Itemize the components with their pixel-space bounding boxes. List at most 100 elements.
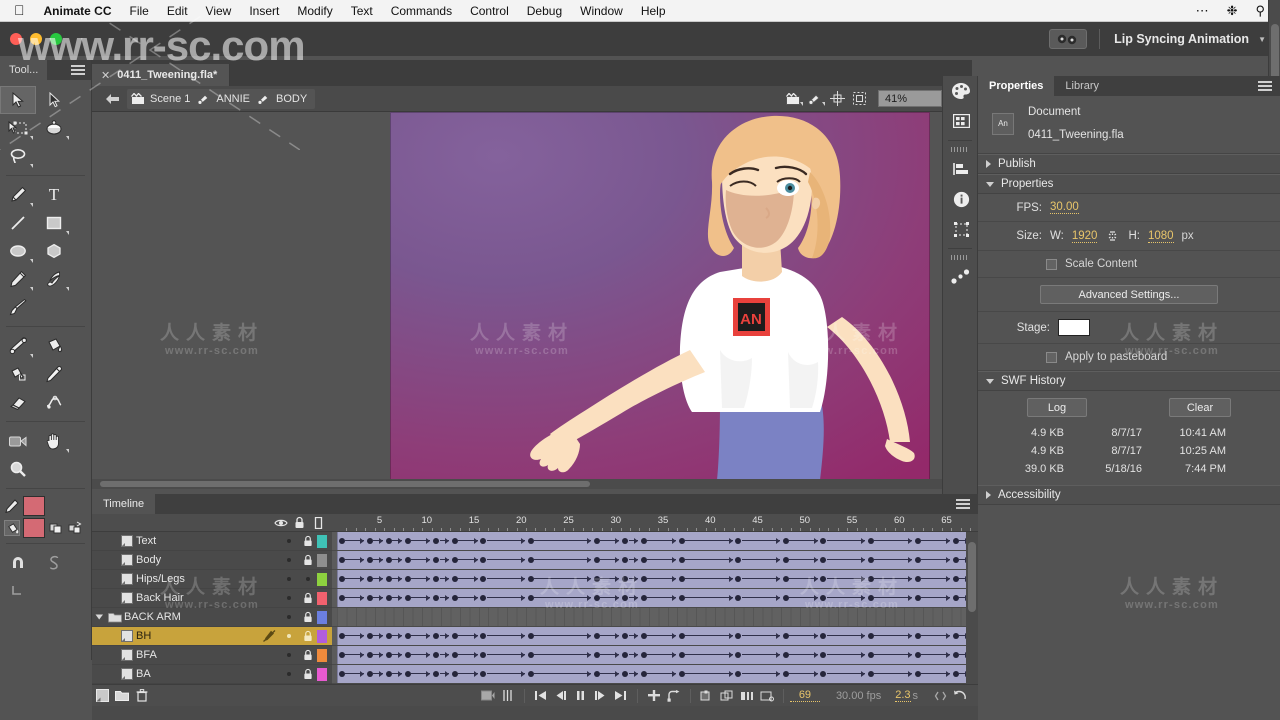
frame-row[interactable] — [332, 570, 978, 589]
keyframe-marker[interactable] — [338, 595, 345, 601]
symbol-selector-icon[interactable] — [804, 89, 826, 109]
step-back-icon[interactable] — [551, 685, 571, 707]
breadcrumb-scene[interactable]: Scene 1 — [131, 92, 190, 105]
height-input[interactable]: 1080 — [1147, 230, 1174, 243]
layer-outline-color[interactable] — [317, 629, 327, 643]
keyframe-marker[interactable] — [451, 633, 458, 639]
keyframe-marker[interactable] — [782, 538, 789, 544]
ellipsis-icon[interactable]: ⋯ — [1187, 1, 1218, 21]
keyframe-marker[interactable] — [404, 538, 411, 544]
layer-visibility-toggle[interactable] — [279, 577, 298, 581]
layer-lock-toggle[interactable] — [298, 554, 317, 566]
brush-tool[interactable] — [0, 293, 36, 321]
keyframe-marker[interactable] — [366, 652, 373, 658]
keyframe-marker[interactable] — [622, 633, 628, 639]
snap-to-objects-icon[interactable] — [0, 549, 36, 577]
tab-properties[interactable]: Properties — [978, 76, 1055, 96]
section-properties[interactable]: Properties — [978, 174, 1280, 194]
keyframe-marker[interactable] — [404, 576, 411, 582]
gradient-transform-tool[interactable] — [36, 114, 72, 142]
fit-to-window-icon[interactable] — [848, 89, 870, 109]
scrollbar-thumb[interactable] — [968, 542, 976, 612]
breadcrumb-body[interactable]: BODY — [256, 93, 307, 105]
zoom-value[interactable]: 41% — [879, 93, 941, 105]
keyframe-marker[interactable] — [914, 557, 921, 563]
keyframe-marker[interactable] — [385, 652, 392, 658]
keyframe-marker[interactable] — [451, 538, 458, 544]
layer-lock-toggle[interactable] — [298, 592, 317, 604]
info-icon[interactable] — [943, 184, 979, 214]
keyframe-marker[interactable] — [385, 671, 392, 677]
timeline-ruler[interactable]: 5101520253035404550556065707580859095100… — [332, 514, 978, 531]
frame-row[interactable] — [332, 665, 978, 684]
keyframe-marker[interactable] — [366, 595, 373, 601]
keyframe-marker[interactable] — [640, 538, 647, 544]
keyframe-marker[interactable] — [678, 652, 685, 658]
swatches-icon[interactable] — [943, 106, 979, 136]
polystar-tool[interactable] — [36, 237, 72, 265]
keyframe-marker[interactable] — [622, 538, 628, 544]
layer-outline-color[interactable] — [317, 553, 327, 567]
keyframe-marker[interactable] — [640, 576, 647, 582]
keyframe-marker[interactable] — [914, 538, 921, 544]
layer-outline-color[interactable] — [317, 648, 327, 662]
tool-flyout-triangle[interactable] — [66, 231, 69, 235]
log-button[interactable]: Log — [1027, 398, 1087, 417]
keyframe-marker[interactable] — [385, 557, 392, 563]
keyframe-marker[interactable] — [338, 557, 345, 563]
empty-frames[interactable] — [337, 608, 978, 626]
keyframe-marker[interactable] — [451, 557, 458, 563]
layer-name[interactable]: Hips/Legs — [136, 573, 279, 585]
lock-icon[interactable] — [290, 516, 309, 529]
keyframe-marker[interactable] — [385, 595, 392, 601]
scale-content-checkbox[interactable] — [1046, 258, 1057, 270]
transform-icon[interactable] — [943, 214, 979, 244]
layer-lock-toggle[interactable] — [298, 630, 317, 642]
dropbox-icon[interactable]: ❉ — [1218, 1, 1247, 21]
scene-selector-icon[interactable] — [782, 89, 804, 109]
resize-timeline-icon[interactable] — [930, 685, 950, 707]
rail-grip-2[interactable] — [943, 253, 977, 262]
align-icon[interactable] — [943, 154, 979, 184]
goto-first-icon[interactable] — [531, 685, 551, 707]
keyframe-marker[interactable] — [527, 671, 534, 677]
stage-color-swatch[interactable] — [1058, 319, 1090, 336]
layer-row[interactable]: BH — [92, 627, 332, 646]
keyframe-marker[interactable] — [338, 576, 345, 582]
step-forward-icon[interactable] — [591, 685, 611, 707]
text-tool[interactable]: T — [36, 181, 72, 209]
keyframe-marker[interactable] — [678, 595, 685, 601]
menu-window[interactable]: Window — [571, 2, 632, 20]
layer-row[interactable]: BFA — [92, 646, 332, 665]
onion-skin-icon[interactable] — [498, 685, 518, 707]
frame-row[interactable] — [332, 551, 978, 570]
line-tool[interactable] — [0, 209, 36, 237]
keyframe-marker[interactable] — [404, 557, 411, 563]
rail-grip[interactable] — [943, 145, 977, 154]
tool-flyout-triangle[interactable] — [30, 287, 33, 291]
keyframe-marker[interactable] — [622, 595, 628, 601]
menu-text[interactable]: Text — [342, 2, 382, 20]
menu-app-name[interactable]: Animate CC — [35, 2, 121, 20]
paint-bucket-tool[interactable] — [36, 332, 72, 360]
edit-multiple-icon[interactable] — [717, 685, 737, 707]
width-tool[interactable] — [36, 388, 72, 416]
layer-lock-toggle[interactable] — [298, 577, 317, 581]
keyframe-marker[interactable] — [640, 595, 647, 601]
tool-flyout-triangle[interactable] — [30, 354, 33, 358]
layer-visibility-toggle[interactable] — [279, 596, 298, 600]
current-frame-value[interactable]: 69 — [789, 689, 820, 702]
tab-timeline[interactable]: Timeline — [92, 494, 156, 514]
flyout-triangle[interactable] — [800, 101, 803, 106]
selection-tool[interactable] — [0, 86, 36, 114]
keyframe-marker[interactable] — [451, 671, 458, 677]
flyout-triangle[interactable] — [822, 101, 825, 106]
swap-colors-icon[interactable] — [67, 520, 83, 536]
frame-grid[interactable] — [332, 532, 978, 684]
bone-tool[interactable] — [0, 332, 36, 360]
keyframe-marker[interactable] — [338, 633, 345, 639]
layer-name[interactable]: Back Hair — [136, 592, 279, 604]
tool-flyout-triangle[interactable] — [66, 449, 69, 453]
keyframe-marker[interactable] — [366, 557, 373, 563]
menu-modify[interactable]: Modify — [288, 2, 341, 20]
